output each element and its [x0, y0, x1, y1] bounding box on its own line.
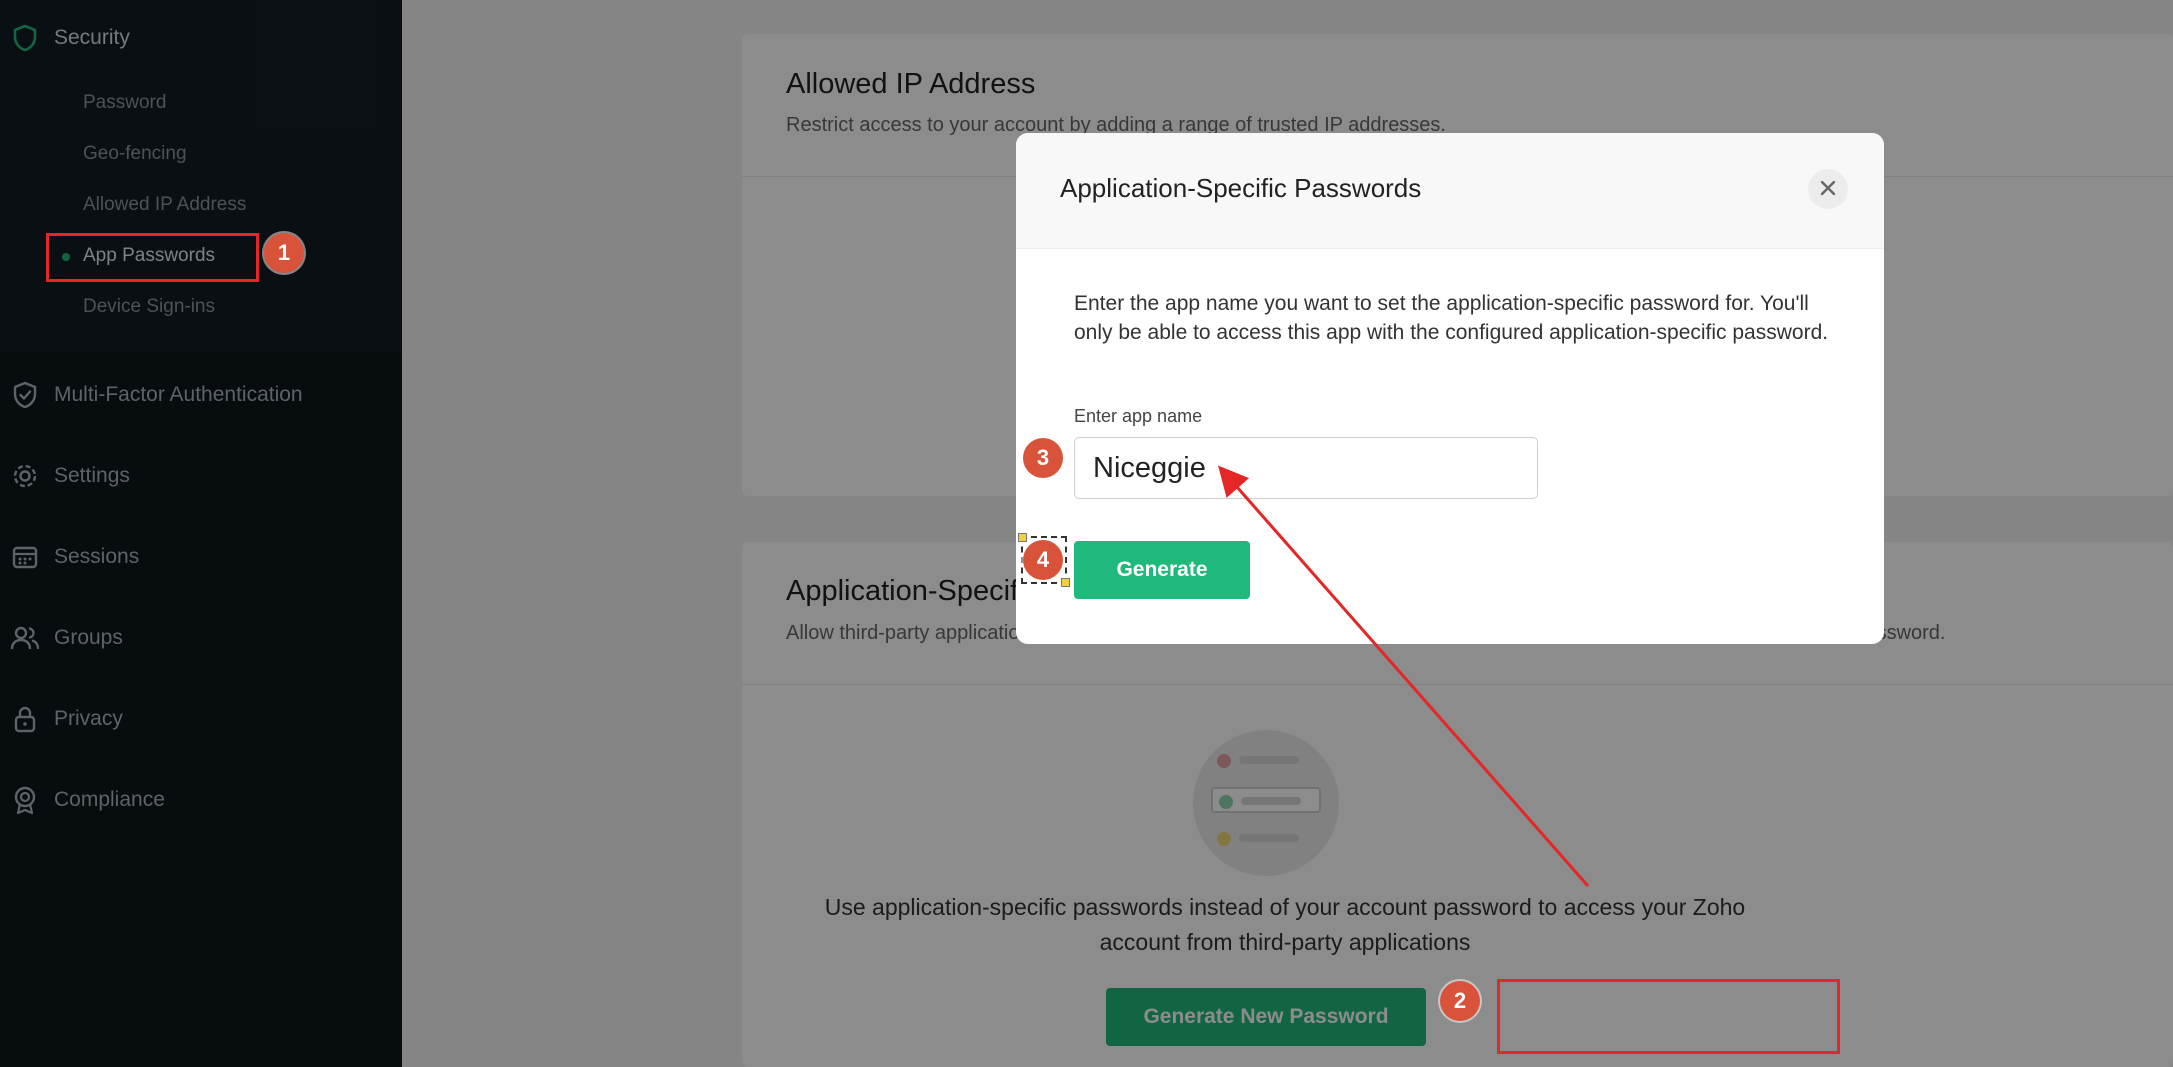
annotation-badge-4: 4: [1023, 540, 1063, 580]
annotation-badge-2: 2: [1440, 981, 1480, 1021]
annotation-box-generate-new: [1497, 979, 1840, 1054]
app-name-input[interactable]: [1074, 437, 1538, 499]
close-icon: [1819, 179, 1837, 200]
modal-header: Application-Specific Passwords: [1016, 133, 1884, 249]
app-password-modal: Application-Specific Passwords Enter the…: [1016, 133, 1884, 644]
app-name-label: Enter app name: [1074, 406, 1203, 426]
annotation-box-app-passwords: [46, 233, 259, 282]
annotation-badge-1: 1: [264, 233, 304, 273]
close-button[interactable]: [1808, 169, 1848, 209]
modal-title: Application-Specific Passwords: [1060, 173, 1422, 203]
generate-button[interactable]: Generate: [1074, 541, 1250, 599]
modal-description: Enter the app name you want to set the a…: [1074, 292, 1829, 344]
annotation-badge-3: 3: [1023, 438, 1063, 478]
